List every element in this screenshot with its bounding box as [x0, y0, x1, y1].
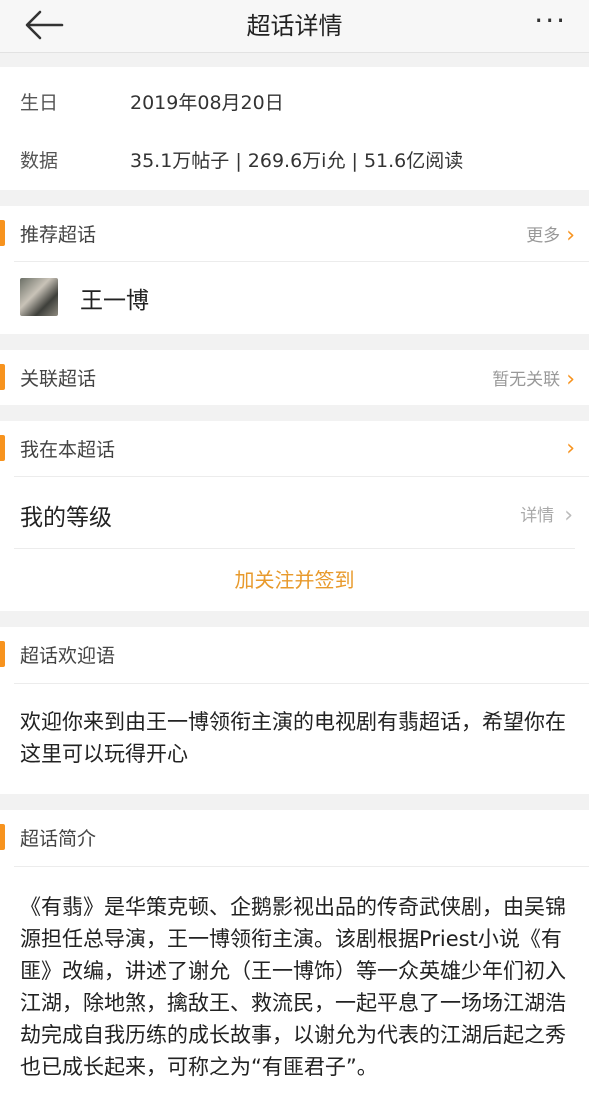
- stats-label: 数据: [20, 150, 59, 172]
- accent-bar: [0, 220, 5, 246]
- birthday-label: 生日: [20, 92, 59, 114]
- me-header[interactable]: 我在本超话 ›: [0, 421, 589, 475]
- welcome-text: 欢迎你来到由王一博领衔主演的电视剧有翡超话，希望你在这里可以玩得开心: [20, 710, 566, 766]
- intro-text: 《有翡》是华策克顿、企鹅影视出品的传奇武侠剧，由吴锦源担任总导演，王一博领衔主演…: [20, 895, 566, 1079]
- related-header[interactable]: 关联超话 暂无关联 ›: [0, 350, 589, 404]
- birthday-row: 生日 2019年08月20日: [0, 72, 589, 130]
- divider: [14, 261, 589, 262]
- page-title: 超话详情: [246, 12, 343, 40]
- section-divider: [0, 794, 589, 810]
- divider: [14, 476, 589, 477]
- accent-bar: [0, 364, 5, 390]
- chevron-right-icon: ›: [566, 367, 575, 392]
- level-detail-link[interactable]: 详情 ›: [520, 501, 573, 528]
- level-label: 我的等级: [20, 505, 112, 531]
- section-divider: [0, 405, 589, 421]
- recommend-title: 推荐超话: [20, 224, 97, 246]
- intro-title: 超话简介: [20, 828, 97, 850]
- more-label: 更多: [526, 226, 561, 246]
- stats-row: 数据 35.1万帖子 | 269.6万i允 | 51.6亿阅读: [0, 130, 589, 188]
- nav-bar: 超话详情 ···: [0, 0, 589, 53]
- divider: [14, 866, 589, 867]
- more-dots-icon[interactable]: ···: [534, 4, 567, 37]
- accent-bar: [0, 824, 5, 850]
- my-level-row[interactable]: 我的等级 详情 ›: [0, 482, 589, 546]
- me-chevron: ›: [560, 436, 575, 461]
- section-divider: [0, 190, 589, 206]
- follow-checkin-button[interactable]: 加关注并签到: [0, 550, 589, 610]
- accent-bar: [0, 435, 5, 461]
- related-title: 关联超话: [20, 368, 97, 390]
- section-divider: [0, 334, 589, 350]
- me-title: 我在本超话: [20, 439, 116, 461]
- birthday-value: 2019年08月20日: [130, 92, 284, 114]
- divider: [14, 683, 589, 684]
- more-link[interactable]: 更多 ›: [526, 221, 575, 248]
- chevron-right-icon: ›: [566, 436, 575, 461]
- section-divider: [0, 611, 589, 627]
- accent-bar: [0, 641, 5, 667]
- chevron-right-icon: ›: [566, 223, 575, 248]
- related-status: 暂无关联 ›: [492, 367, 575, 392]
- intro-header: 超话简介: [0, 810, 589, 864]
- divider: [14, 548, 575, 549]
- chevron-right-icon: ›: [564, 503, 573, 528]
- welcome-header: 超话欢迎语: [0, 627, 589, 681]
- section-divider: [0, 53, 589, 67]
- stats-value: 35.1万帖子 | 269.6万i允 | 51.6亿阅读: [130, 150, 464, 172]
- recommend-header: 推荐超话 更多 ›: [0, 206, 589, 260]
- avatar[interactable]: [20, 278, 58, 316]
- star-name[interactable]: 王一博: [80, 281, 149, 315]
- welcome-title: 超话欢迎语: [20, 645, 116, 667]
